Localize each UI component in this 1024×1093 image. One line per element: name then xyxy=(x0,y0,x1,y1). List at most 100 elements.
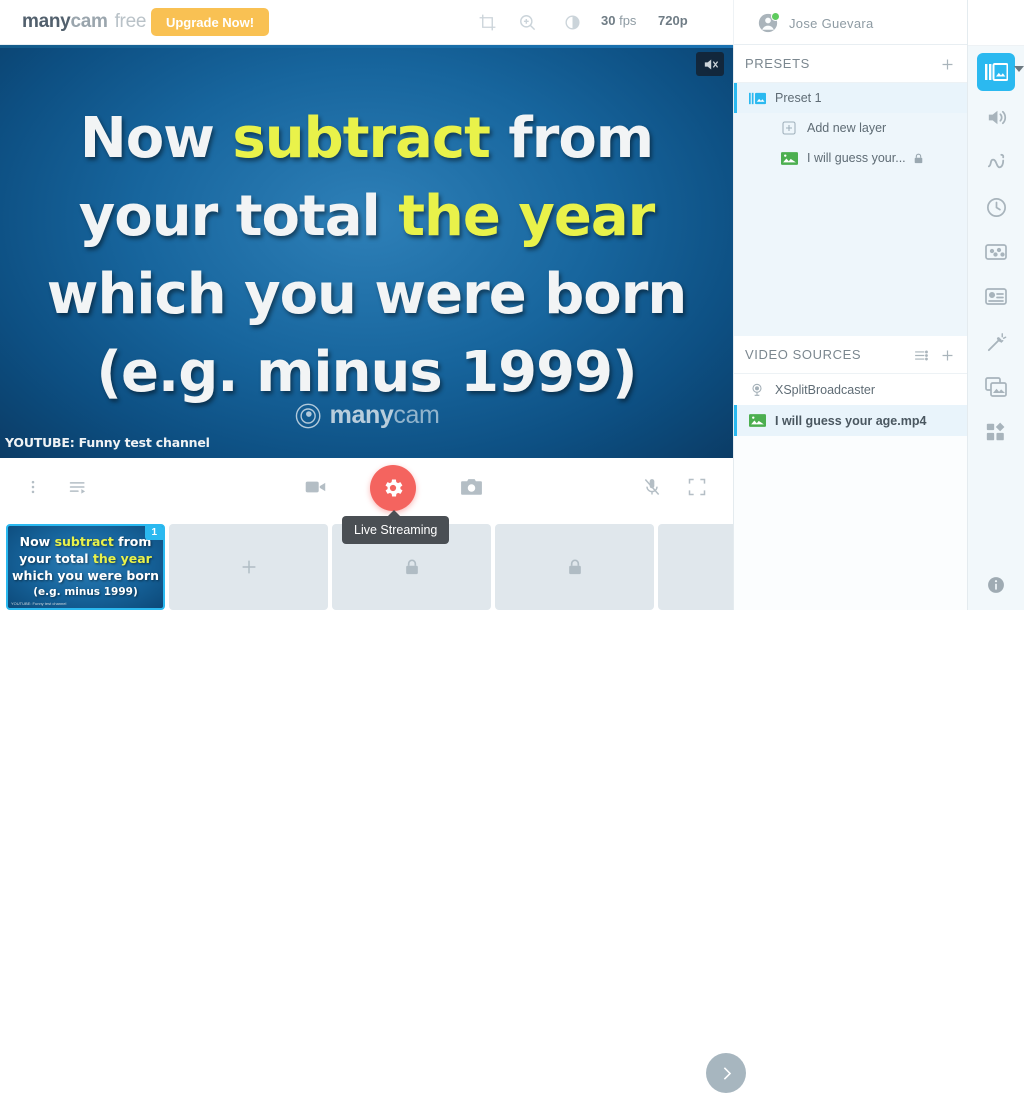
playlist-icon[interactable] xyxy=(63,472,93,502)
manycam-window: manycam free Upgrade Now! 30 fps 720p Jo… xyxy=(0,0,1024,1093)
youtube-watermark: YOUTUBE: Funny test channel xyxy=(5,435,210,450)
magic-wand-icon xyxy=(987,332,1006,351)
rail-history[interactable] xyxy=(977,188,1015,226)
watermark-many: many xyxy=(329,401,394,429)
caption-1c: from xyxy=(489,106,654,171)
lock-icon xyxy=(405,559,418,575)
video-source-video-file[interactable]: I will guess your age.mp4 xyxy=(734,405,967,436)
fps-value: 30 xyxy=(601,13,616,28)
control-bar xyxy=(0,458,733,515)
image-layer-icon xyxy=(780,149,798,167)
resolution-indicator[interactable]: 720p xyxy=(658,13,688,28)
mute-icon[interactable] xyxy=(696,52,724,76)
rail-presets[interactable] xyxy=(977,53,1015,91)
preset-label: Preset 1 xyxy=(775,91,822,105)
kebab-menu-icon[interactable] xyxy=(18,472,48,502)
next-presets-button[interactable] xyxy=(706,1053,746,1093)
rail-widgets[interactable] xyxy=(977,413,1015,451)
caption-1a: Now xyxy=(79,106,233,171)
right-panel: PRESETS Preset 1 Add new layer I will gu… xyxy=(733,45,967,610)
lock-icon xyxy=(568,559,581,575)
watermark-cam: cam xyxy=(393,401,440,429)
rail-top-spacer xyxy=(968,0,1024,46)
image-layer-icon xyxy=(748,412,766,430)
rail-masks[interactable] xyxy=(977,233,1015,271)
presets-header: PRESETS xyxy=(734,45,967,83)
panel-dropdown-caret[interactable] xyxy=(1014,66,1024,72)
caption-2b: the year xyxy=(398,184,655,249)
logo-cam: cam xyxy=(70,11,108,32)
clock-icon xyxy=(986,197,1006,217)
add-video-source-button[interactable] xyxy=(935,343,959,367)
caption-line-1: Now subtract from xyxy=(0,100,733,178)
video-sources-list: XSplitBroadcaster I will guess your age.… xyxy=(734,374,967,436)
masks-icon xyxy=(985,244,1007,260)
thumb-1a: Now xyxy=(19,534,55,549)
photo-camera-icon[interactable] xyxy=(456,472,486,502)
layer-item-video[interactable]: I will guess your... xyxy=(734,143,967,173)
thumb-2b: the year xyxy=(92,551,152,566)
thumb-line-2: your total the year xyxy=(12,550,159,567)
upgrade-now-button[interactable]: Upgrade Now! xyxy=(151,8,269,36)
layer-label: I will guess your... xyxy=(807,151,906,165)
fullscreen-icon[interactable] xyxy=(682,472,712,502)
thumbnail-caption: Now subtract from your total the year wh… xyxy=(9,533,162,601)
presets-title: PRESETS xyxy=(745,56,810,71)
preset-thumbnail-active[interactable]: Now subtract from your total the year wh… xyxy=(6,524,165,610)
thumbnail-badge: 1 xyxy=(145,526,163,540)
live-streaming-button[interactable] xyxy=(370,465,416,511)
info-icon[interactable] xyxy=(981,570,1011,600)
resolution-value: 720p xyxy=(658,13,688,28)
video-source-label: XSplitBroadcaster xyxy=(775,382,876,397)
gear-icon xyxy=(385,479,403,497)
thumb-1b: subtract xyxy=(54,534,114,549)
plus-icon xyxy=(942,59,952,69)
microphone-muted-icon[interactable] xyxy=(637,472,667,502)
logo-free: free xyxy=(114,11,147,32)
video-source-xsplit[interactable]: XSplitBroadcaster xyxy=(734,374,967,405)
rail-effects[interactable] xyxy=(977,323,1015,361)
presets-list: Preset 1 Add new layer I will guess your… xyxy=(734,83,967,336)
tooltip-live-streaming: Live Streaming xyxy=(342,510,450,544)
rail-backgrounds[interactable] xyxy=(977,368,1015,406)
thumb-line-3: which you were born xyxy=(12,568,159,583)
lock-icon[interactable] xyxy=(912,152,925,165)
video-sources-settings-button[interactable] xyxy=(909,343,933,367)
preset-item-preset-1[interactable]: Preset 1 xyxy=(734,83,967,113)
thumbnail-youtube-watermark: YOUTUBE: Funny test channel xyxy=(11,601,67,606)
app-logo: manycam free xyxy=(22,11,146,33)
fps-indicator[interactable]: 30 fps xyxy=(601,13,636,28)
sliders-icon xyxy=(914,350,928,360)
rail-audio[interactable] xyxy=(977,98,1015,136)
avatar xyxy=(757,12,780,34)
caption-1b: subtract xyxy=(232,106,490,171)
divider xyxy=(733,0,734,45)
logo-many: many xyxy=(22,11,71,32)
add-preset-thumbnail[interactable] xyxy=(169,524,328,610)
rail-lower-third[interactable] xyxy=(977,278,1015,316)
zoom-in-icon[interactable] xyxy=(513,8,541,36)
brightness-icon[interactable] xyxy=(558,8,586,36)
crop-icon[interactable] xyxy=(473,8,501,36)
caption-line-3: which you were born xyxy=(46,262,688,327)
account-button[interactable]: Jose Guevara xyxy=(757,9,874,37)
add-new-layer-label: Add new layer xyxy=(807,121,887,135)
video-camera-icon[interactable] xyxy=(301,472,331,502)
grid-icon xyxy=(986,422,1005,441)
thumb-line-4: (e.g. minus 1999) xyxy=(33,586,138,598)
webcam-icon xyxy=(748,381,766,399)
top-toolbar: manycam free Upgrade Now! 30 fps 720p Jo… xyxy=(0,0,1024,45)
caption-2a: your total xyxy=(78,184,399,249)
rail-draw[interactable] xyxy=(977,143,1015,181)
add-new-layer-button[interactable]: Add new layer xyxy=(734,113,967,143)
video-caption-text: Now subtract from your total the year wh… xyxy=(0,100,733,412)
draw-icon xyxy=(987,153,1004,168)
locked-preset-thumbnail[interactable] xyxy=(495,524,654,610)
account-name: Jose Guevara xyxy=(789,15,874,31)
lower-third-icon xyxy=(985,288,1007,305)
video-preview[interactable]: Now subtract from your total the year wh… xyxy=(0,45,733,458)
speaker-icon xyxy=(988,110,1006,124)
fps-unit: fps xyxy=(619,13,637,28)
plus-icon xyxy=(942,350,952,360)
add-preset-button[interactable] xyxy=(935,52,959,76)
